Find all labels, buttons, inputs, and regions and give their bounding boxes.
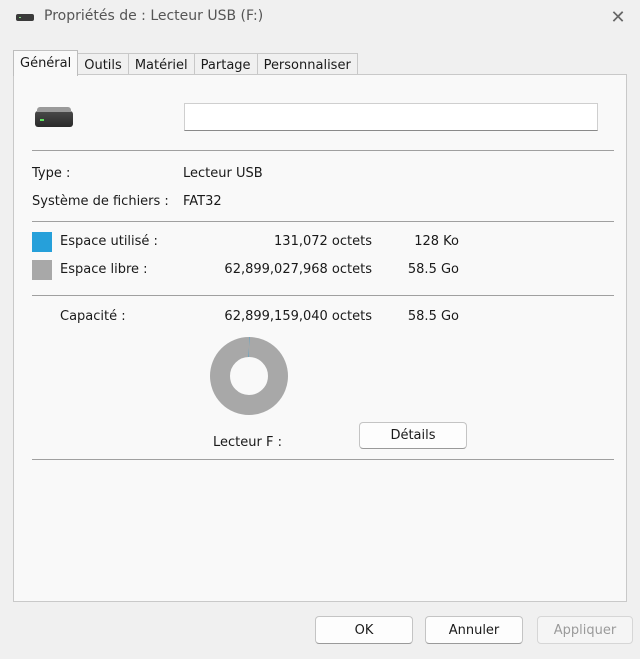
window-title: Propriétés de : Lecteur USB (F:) [44,8,264,24]
free-space-bytes: 62,899,027,968 octets [224,262,372,277]
tab-tools[interactable]: Outils [77,53,129,76]
type-value: Lecteur USB [183,166,263,181]
filesystem-value: FAT32 [183,194,222,209]
used-space-swatch [32,232,52,252]
close-icon: ✕ [610,6,626,28]
tab-hardware[interactable]: Matériel [127,53,195,76]
free-space-label: Espace libre : [60,262,148,277]
tab-sharing[interactable]: Partage [193,53,258,76]
capacity-bytes: 62,899,159,040 octets [224,309,372,324]
ok-button[interactable]: OK [315,616,413,644]
tab-strip: Général Outils Matériel Partage Personna… [13,50,358,76]
used-space-label: Espace utilisé : [60,234,158,249]
filesystem-label: Système de fichiers : [32,194,169,209]
free-space-size: 58.5 Go [407,262,459,277]
tab-general[interactable]: Général [13,50,79,76]
capacity-size: 58.5 Go [407,309,459,324]
close-button[interactable]: ✕ [604,4,632,30]
properties-dialog: Propriétés de : Lecteur USB (F:) ✕ Génér… [0,0,640,659]
used-space-size: 128 Ko [414,234,459,249]
drive-name-input[interactable] [184,103,598,131]
usb-drive-icon [35,107,73,127]
free-space-swatch [32,260,52,280]
drive-letter-label: Lecteur F : [213,435,282,450]
divider [32,459,614,460]
general-panel: Type : Lecteur USB Système de fichiers :… [13,74,627,602]
usage-donut-chart [210,337,288,415]
usb-drive-icon [16,14,34,21]
used-space-bytes: 131,072 octets [274,234,372,249]
cancel-button[interactable]: Annuler [425,616,523,644]
divider [32,150,614,151]
details-button[interactable]: Détails [359,422,467,449]
type-label: Type : [32,166,71,181]
title-bar: Propriétés de : Lecteur USB (F:) ✕ [0,0,640,36]
apply-button[interactable]: Appliquer [537,616,633,644]
divider [32,221,614,222]
tab-customize[interactable]: Personnaliser [256,53,358,76]
capacity-label: Capacité : [60,309,126,324]
divider [32,295,614,296]
